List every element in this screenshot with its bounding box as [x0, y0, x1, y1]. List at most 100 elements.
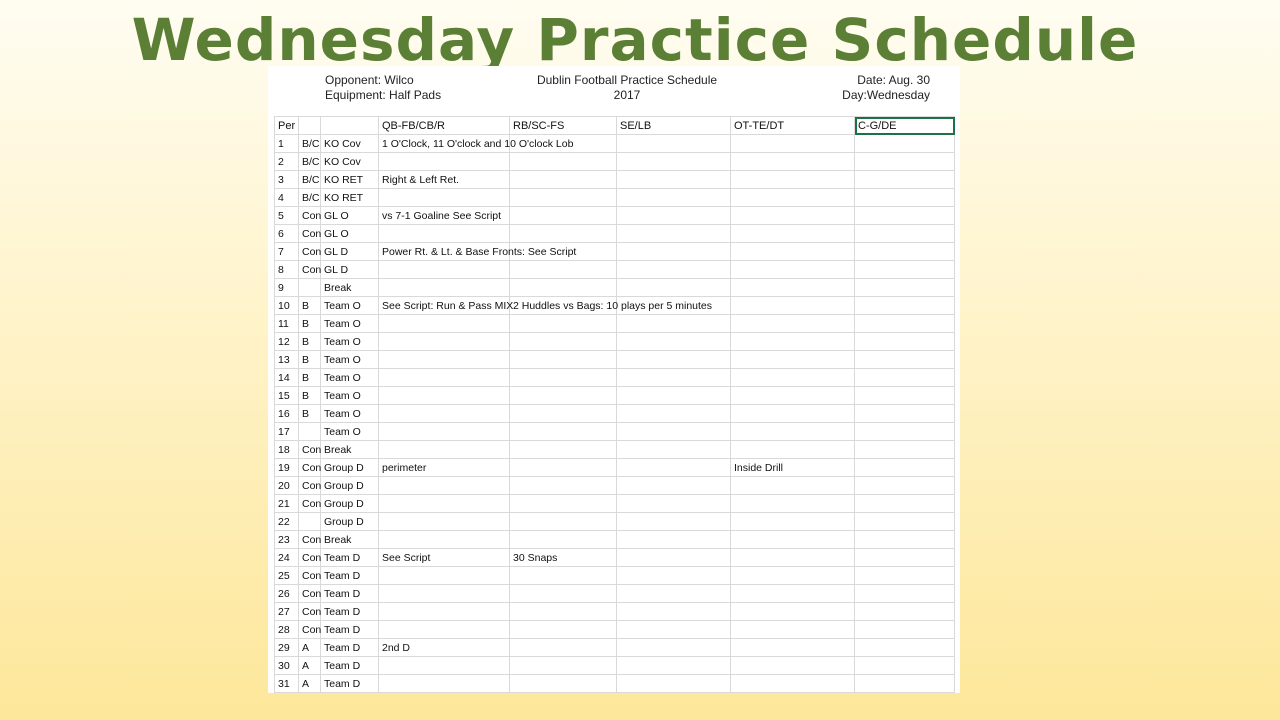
activity-cell[interactable]: Group D — [320, 476, 379, 495]
qb-cell[interactable]: Right & Left Ret. — [378, 170, 510, 189]
col-header-rb[interactable]: RB/SC-FS — [509, 116, 617, 135]
group-cell[interactable] — [298, 512, 321, 531]
ot-cell[interactable] — [730, 296, 855, 315]
group-cell[interactable]: B/C — [298, 134, 321, 153]
rb-cell[interactable] — [509, 224, 617, 243]
cg-cell[interactable] — [854, 566, 955, 585]
qb-cell[interactable]: See Script: Run & Pass MIX — [378, 296, 513, 315]
group-cell[interactable]: B/C — [298, 170, 321, 189]
period-cell[interactable]: 9 — [274, 278, 299, 297]
activity-cell[interactable]: Team O — [320, 350, 379, 369]
activity-cell[interactable]: Break — [320, 440, 379, 459]
group-cell[interactable] — [298, 278, 321, 297]
qb-cell[interactable] — [378, 404, 510, 423]
ot-cell[interactable] — [730, 314, 855, 333]
period-cell[interactable]: 2 — [274, 152, 299, 171]
qb-cell[interactable]: vs 7-1 Goaline See Script — [378, 206, 510, 225]
group-cell[interactable]: B — [298, 314, 321, 333]
se-cell[interactable] — [616, 512, 731, 531]
activity-cell[interactable]: Team O — [320, 296, 379, 315]
qb-cell[interactable]: Power Rt. & Lt. & Base Fronts: See Scrip… — [378, 242, 576, 261]
cg-cell[interactable] — [854, 206, 955, 225]
cg-cell[interactable] — [854, 548, 955, 567]
activity-cell[interactable]: Break — [320, 278, 379, 297]
ot-cell[interactable] — [730, 512, 855, 531]
activity-cell[interactable]: GL D — [320, 242, 379, 261]
se-cell[interactable] — [616, 314, 731, 333]
period-cell[interactable]: 25 — [274, 566, 299, 585]
group-cell[interactable]: Con — [298, 620, 321, 639]
cg-cell[interactable] — [854, 260, 955, 279]
period-cell[interactable]: 19 — [274, 458, 299, 477]
cg-cell[interactable] — [854, 584, 955, 603]
ot-cell[interactable] — [730, 566, 855, 585]
qb-cell[interactable] — [378, 494, 510, 513]
group-cell[interactable]: Con — [298, 440, 321, 459]
se-cell[interactable] — [616, 602, 731, 621]
period-cell[interactable]: 1 — [274, 134, 299, 153]
group-cell[interactable]: B — [298, 368, 321, 387]
qb-cell[interactable] — [378, 602, 510, 621]
group-cell[interactable]: B — [298, 386, 321, 405]
activity-cell[interactable]: Break — [320, 530, 379, 549]
activity-cell[interactable]: KO Cov — [320, 152, 379, 171]
ot-cell[interactable] — [730, 278, 855, 297]
qb-cell[interactable] — [378, 440, 510, 459]
qb-cell[interactable] — [378, 188, 510, 207]
period-cell[interactable]: 29 — [274, 638, 299, 657]
group-cell[interactable]: Con — [298, 260, 321, 279]
rb-cell[interactable] — [509, 656, 617, 675]
cg-cell[interactable] — [854, 530, 955, 549]
activity-cell[interactable]: Group D — [320, 512, 379, 531]
period-cell[interactable]: 12 — [274, 332, 299, 351]
group-cell[interactable]: B — [298, 404, 321, 423]
period-cell[interactable]: 26 — [274, 584, 299, 603]
col-header-group[interactable] — [298, 116, 321, 135]
rb-cell[interactable] — [509, 386, 617, 405]
cg-cell[interactable] — [854, 512, 955, 531]
activity-cell[interactable]: Team O — [320, 386, 379, 405]
activity-cell[interactable]: Team O — [320, 422, 379, 441]
group-cell[interactable]: B — [298, 350, 321, 369]
cg-cell[interactable] — [854, 386, 955, 405]
group-cell[interactable]: Con — [298, 530, 321, 549]
se-cell[interactable] — [616, 170, 731, 189]
activity-cell[interactable]: Team O — [320, 332, 379, 351]
ot-cell[interactable] — [730, 224, 855, 243]
se-cell[interactable] — [616, 350, 731, 369]
col-header-qb[interactable]: QB-FB/CB/R — [378, 116, 510, 135]
rb-cell[interactable] — [509, 458, 617, 477]
cg-cell[interactable] — [854, 350, 955, 369]
group-cell[interactable]: Con — [298, 584, 321, 603]
activity-cell[interactable]: Team D — [320, 638, 379, 657]
activity-cell[interactable]: Team D — [320, 656, 379, 675]
rb-cell[interactable] — [509, 188, 617, 207]
ot-cell[interactable] — [730, 548, 855, 567]
rb-cell[interactable] — [509, 206, 617, 225]
rb-cell[interactable] — [509, 674, 617, 693]
period-cell[interactable]: 4 — [274, 188, 299, 207]
se-cell[interactable] — [616, 386, 731, 405]
se-cell[interactable] — [616, 494, 731, 513]
qb-cell[interactable] — [378, 566, 510, 585]
group-cell[interactable]: B/C — [298, 152, 321, 171]
activity-cell[interactable]: Team D — [320, 620, 379, 639]
qb-cell[interactable] — [378, 476, 510, 495]
ot-cell[interactable] — [730, 170, 855, 189]
cg-cell[interactable] — [854, 638, 955, 657]
activity-cell[interactable]: Team O — [320, 314, 379, 333]
ot-cell[interactable] — [730, 620, 855, 639]
cg-cell[interactable] — [854, 368, 955, 387]
se-cell[interactable] — [616, 368, 731, 387]
rb-cell[interactable] — [509, 602, 617, 621]
se-cell[interactable] — [616, 566, 731, 585]
cg-cell[interactable] — [854, 674, 955, 693]
group-cell[interactable]: Con — [298, 494, 321, 513]
se-cell[interactable] — [616, 440, 731, 459]
ot-cell[interactable] — [730, 332, 855, 351]
qb-cell[interactable] — [378, 314, 510, 333]
group-cell[interactable]: Con — [298, 566, 321, 585]
ot-cell[interactable] — [730, 368, 855, 387]
se-cell[interactable] — [616, 422, 731, 441]
cg-cell[interactable] — [854, 404, 955, 423]
